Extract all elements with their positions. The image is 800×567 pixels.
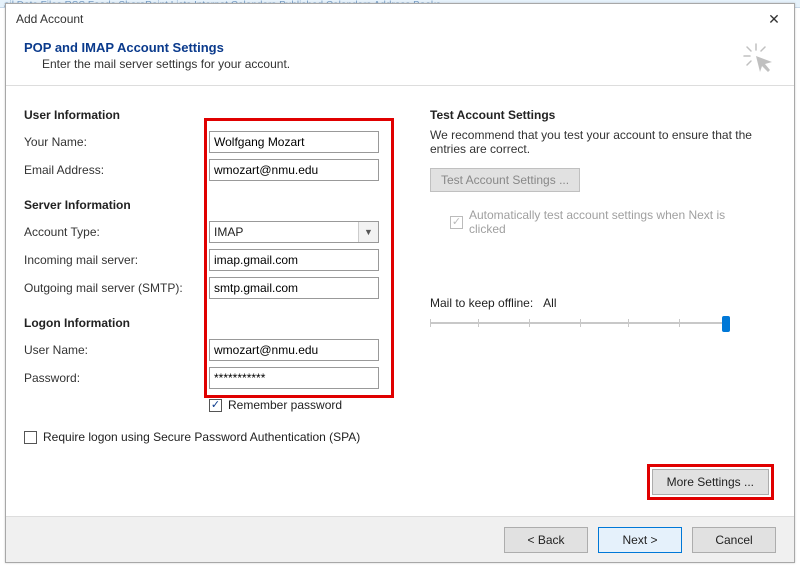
user-information-heading: User Information	[24, 108, 402, 122]
left-column: User Information Your Name: Email Addres…	[24, 100, 402, 444]
cursor-click-icon	[742, 42, 776, 76]
remember-password-row: ✓ Remember password	[209, 398, 402, 412]
username-row: User Name:	[24, 336, 402, 364]
password-row: Password:	[24, 364, 402, 392]
slider-tick	[478, 319, 479, 327]
chevron-down-icon: ▼	[358, 222, 378, 242]
logon-information-heading: Logon Information	[24, 316, 402, 330]
your-name-input[interactable]	[209, 131, 379, 153]
dialog-header: POP and IMAP Account Settings Enter the …	[6, 34, 794, 86]
next-button[interactable]: Next >	[598, 527, 682, 553]
mail-offline-value: All	[543, 296, 556, 310]
server-information-heading: Server Information	[24, 198, 402, 212]
header-subtitle: Enter the mail server settings for your …	[42, 57, 776, 71]
dialog-body: User Information Your Name: Email Addres…	[6, 86, 794, 444]
slider-thumb[interactable]	[722, 316, 730, 332]
username-input[interactable]	[209, 339, 379, 361]
more-settings-button[interactable]: More Settings ...	[652, 469, 769, 495]
slider-tick	[628, 319, 629, 327]
titlebar: Add Account ✕	[6, 4, 794, 34]
header-title: POP and IMAP Account Settings	[24, 40, 776, 55]
dialog-title: Add Account	[16, 12, 83, 26]
auto-test-row: ✓ Automatically test account settings wh…	[450, 208, 776, 236]
password-label: Password:	[24, 371, 209, 385]
auto-test-checkbox[interactable]: ✓	[450, 216, 463, 229]
email-input[interactable]	[209, 159, 379, 181]
mail-offline-row: Mail to keep offline: All	[430, 296, 776, 310]
password-input[interactable]	[209, 367, 379, 389]
test-account-settings-button[interactable]: Test Account Settings ...	[430, 168, 580, 192]
outgoing-server-input[interactable]	[209, 277, 379, 299]
email-label: Email Address:	[24, 163, 209, 177]
incoming-server-row: Incoming mail server:	[24, 246, 402, 274]
remember-password-label: Remember password	[228, 398, 342, 412]
close-button[interactable]: ✕	[754, 4, 794, 34]
spa-label: Require logon using Secure Password Auth…	[43, 430, 360, 444]
spa-checkbox[interactable]: ✓	[24, 431, 37, 444]
your-name-row: Your Name:	[24, 128, 402, 156]
remember-password-checkbox[interactable]: ✓	[209, 399, 222, 412]
add-account-dialog: Add Account ✕ POP and IMAP Account Setti…	[5, 3, 795, 563]
account-type-label: Account Type:	[24, 225, 209, 239]
back-button[interactable]: < Back	[504, 527, 588, 553]
test-account-description: We recommend that you test your account …	[430, 128, 776, 156]
incoming-server-label: Incoming mail server:	[24, 253, 209, 267]
more-settings-area: More Settings ...	[647, 464, 774, 500]
mail-offline-slider[interactable]	[430, 314, 730, 332]
slider-tick	[679, 319, 680, 327]
slider-tick	[580, 319, 581, 327]
your-name-label: Your Name:	[24, 135, 209, 149]
close-icon: ✕	[768, 11, 780, 28]
cancel-button[interactable]: Cancel	[692, 527, 776, 553]
outgoing-server-label: Outgoing mail server (SMTP):	[24, 281, 209, 295]
dialog-footer: < Back Next > Cancel	[6, 516, 794, 562]
username-label: User Name:	[24, 343, 209, 357]
slider-tick	[430, 319, 431, 327]
mail-offline-label: Mail to keep offline:	[430, 296, 533, 310]
spa-row: ✓ Require logon using Secure Password Au…	[24, 430, 402, 444]
right-column: Test Account Settings We recommend that …	[430, 100, 776, 444]
outgoing-server-row: Outgoing mail server (SMTP):	[24, 274, 402, 302]
account-type-row: Account Type: IMAP ▼	[24, 218, 402, 246]
test-account-heading: Test Account Settings	[430, 108, 776, 122]
email-row: Email Address:	[24, 156, 402, 184]
auto-test-label: Automatically test account settings when…	[469, 208, 739, 236]
account-type-select[interactable]: IMAP ▼	[209, 221, 379, 243]
slider-tick	[529, 319, 530, 327]
incoming-server-input[interactable]	[209, 249, 379, 271]
account-type-value: IMAP	[214, 225, 243, 239]
